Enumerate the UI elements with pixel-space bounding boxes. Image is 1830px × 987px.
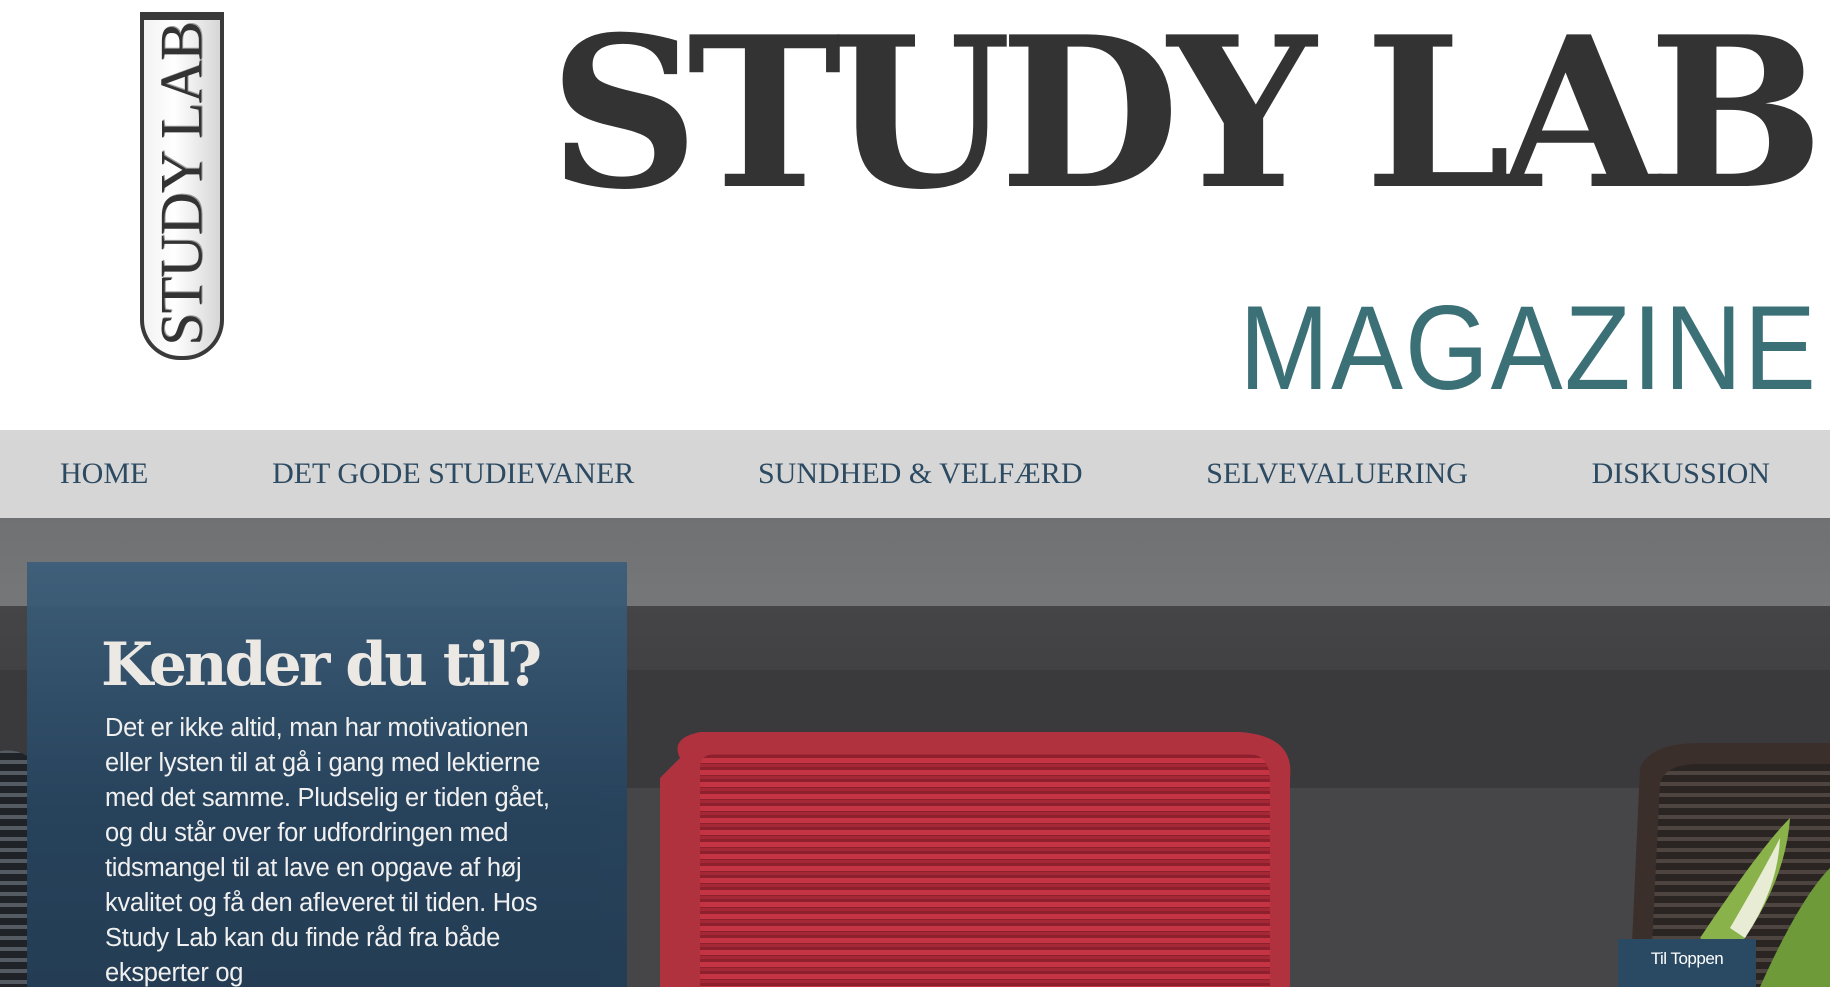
nav-item-health-wellbeing[interactable]: SUNDHED & VELFÆRD [758,457,1082,491]
intro-card: Kender du til? Det er ikke altid, man ha… [27,562,627,987]
back-to-top-button[interactable]: Til Toppen [1618,939,1756,987]
nav-item-home[interactable]: HOME [60,457,148,491]
site-subtitle: MAGAZINE [1239,281,1818,415]
main-navigation: HOME DET GODE STUDIEVANER SUNDHED & VELF… [0,430,1830,518]
nav-item-discussion[interactable]: DISKUSSION [1592,457,1770,491]
nav-item-self-evaluation[interactable]: SELVEVALUERING [1206,457,1468,491]
site-header: STUDY LAB STUDY LAB MAGAZINE [0,0,1830,430]
hero-section: Kender du til? Det er ikke altid, man ha… [0,518,1830,987]
logo-text: STUDY LAB [148,22,215,346]
intro-card-text: Det er ikke altid, man har motivationen … [105,714,550,987]
nav-item-study-habits[interactable]: DET GODE STUDIEVANER [272,457,634,491]
intro-card-title: Kender du til? [101,630,542,700]
site-title: STUDY LAB [548,0,1824,236]
study-lab-test-tube-logo[interactable]: STUDY LAB [140,12,224,360]
